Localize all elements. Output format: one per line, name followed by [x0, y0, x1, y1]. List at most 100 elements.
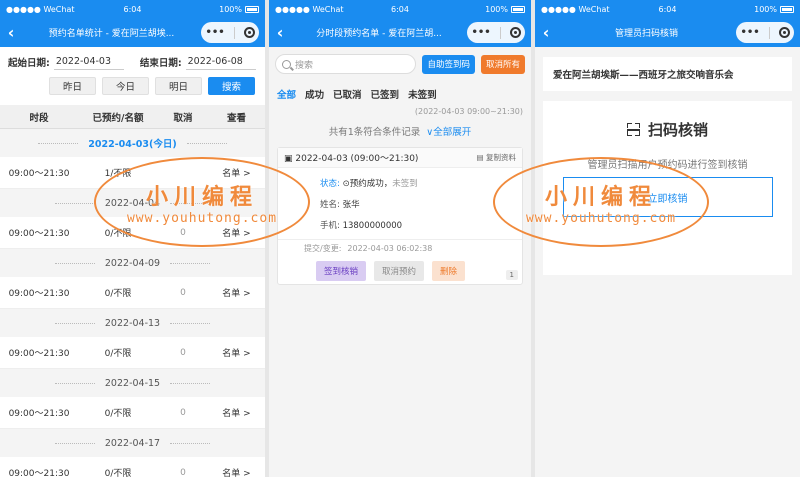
page-title: 预约名单统计 - 爱在阿兰胡埃...: [48, 29, 175, 39]
status-tabs: 全部 成功 已取消 已签到 未签到: [269, 81, 531, 107]
row-booked: 0/不限: [104, 349, 132, 359]
yesterday-button[interactable]: 昨日: [49, 77, 96, 95]
search-button[interactable]: 搜索: [208, 77, 255, 95]
row-booked: 1/不限: [104, 169, 132, 179]
nav-bar: ‹ 预约名单统计 - 爱在阿兰胡埃... •••: [0, 18, 265, 47]
tomorrow-button[interactable]: 明日: [155, 77, 202, 95]
table-row: 09:00～21:30 0/不限 0 名单 >: [0, 457, 265, 477]
copy-info-button[interactable]: ▤ 复制资料: [477, 152, 516, 163]
view-list-link[interactable]: 名单 >: [208, 346, 265, 359]
tab-cancelled[interactable]: 已取消: [333, 87, 362, 101]
verify-now-button[interactable]: 立即核销: [562, 177, 773, 217]
submit-time: 提交/变更: 2022-04-03 06:02:38: [278, 239, 522, 257]
row-time: 09:00～21:30: [8, 169, 70, 179]
row-booked: 0/不限: [104, 409, 132, 419]
date-group-header: 2022-04-04: [0, 189, 265, 217]
end-date-input[interactable]: 2022-06-08: [185, 54, 256, 70]
card-header: ▣ 2022-04-03 (09:00～21:30) ▤ 复制资料: [278, 148, 522, 168]
back-icon[interactable]: ‹: [269, 23, 291, 42]
battery-percent: 100%: [219, 4, 242, 14]
row-cancel: 0: [180, 467, 186, 477]
cancel-all-button[interactable]: 取消所有: [480, 54, 525, 74]
more-icon[interactable]: •••: [471, 27, 490, 38]
more-icon[interactable]: •••: [740, 27, 759, 38]
miniprogram-capsule[interactable]: •••: [201, 22, 259, 43]
status-bar: ●●●●● WeChat 6:04 100%: [0, 0, 265, 18]
table-row: 09:00～21:30 0/不限 0 名单 >: [0, 277, 265, 309]
table-row: 09:00～21:30 0/不限 0 名单 >: [0, 337, 265, 369]
stage: ●●●●● WeChat 6:04 100% ‹ 预约名单统计 - 爱在阿兰胡埃…: [0, 0, 800, 477]
slot-range: (2022-04-03 09:00~21:30): [414, 107, 523, 116]
table-row: 09:00～21:30 1/不限 名单 >: [0, 157, 265, 189]
scan-description: 管理员扫描用户预约码进行签到核销: [587, 160, 748, 171]
col-slot: 时段: [29, 112, 49, 124]
name-label: 姓名:: [320, 200, 340, 210]
scan-card: 扫码核销 管理员扫描用户预约码进行签到核销 立即核销: [543, 101, 792, 275]
row-time: 09:00～21:30: [8, 409, 70, 419]
battery-indicator: 100%: [219, 5, 259, 14]
tab-all[interactable]: 全部: [277, 87, 296, 101]
col-cancel: 取消: [173, 112, 193, 124]
status-bar: ●●●●● WeChat 6:04 100%: [269, 0, 531, 18]
view-list-link[interactable]: 名单 >: [208, 466, 265, 477]
group-date: 2022-04-04: [104, 197, 161, 209]
view-list-link[interactable]: 名单 >: [208, 406, 265, 419]
tab-checked-in[interactable]: 已签到: [371, 87, 400, 101]
battery-percent: 100%: [754, 4, 777, 14]
row-time: 09:00～21:30: [8, 289, 70, 299]
copy-label: 复制资料: [486, 153, 516, 162]
back-icon[interactable]: ‹: [535, 23, 557, 42]
card-actions: 签到核销 取消预约 删除: [278, 261, 522, 281]
close-icon[interactable]: [243, 27, 255, 38]
close-icon[interactable]: [778, 27, 790, 38]
expand-all-link[interactable]: ∨全部展开: [426, 124, 471, 138]
phone-label: 手机:: [320, 221, 340, 231]
tab-success[interactable]: 成功: [305, 87, 324, 101]
quick-date-buttons: 昨日 今日 明日 搜索: [0, 77, 265, 99]
table-row: 09:00～21:30 0/不限 0 名单 >: [0, 397, 265, 429]
scan-icon: [626, 123, 640, 136]
phone-value: 13800000000: [342, 221, 403, 231]
booking-card: ▣ 2022-04-03 (09:00～21:30) ▤ 复制资料 状态: ⊙预…: [277, 147, 523, 285]
view-list-link[interactable]: 名单 >: [208, 166, 265, 179]
screen-slot-list: ●●●●● WeChat 6:04 100% ‹ 分时段预约名单 - 爱在阿兰胡…: [269, 0, 531, 477]
battery-indicator: 100%: [754, 5, 794, 14]
miniprogram-capsule[interactable]: •••: [467, 22, 525, 43]
tab-not-checked-in[interactable]: 未签到: [408, 87, 437, 101]
status-bar: ●●●●● WeChat 6:04 100%: [535, 0, 800, 18]
today-button[interactable]: 今日: [102, 77, 149, 95]
more-icon[interactable]: •••: [205, 27, 224, 38]
row-cancel: 0: [180, 407, 186, 418]
record-count: 共有1条符合条件记录: [328, 127, 421, 138]
table-row: 09:00～21:30 0/不限 0 名单 >: [0, 217, 265, 249]
row-cancel: 0: [180, 227, 186, 238]
carrier: ●●●●● WeChat: [6, 4, 75, 14]
card-slot: ▣ 2022-04-03 (09:00～21:30): [284, 154, 419, 164]
page-title: 管理员扫码核销: [614, 29, 678, 39]
self-checkin-button[interactable]: 自助签到码: [422, 54, 475, 74]
row-cancel: 0: [180, 347, 186, 358]
miniprogram-capsule[interactable]: •••: [736, 22, 794, 43]
scan-title-text: 扫码核销: [647, 121, 708, 139]
view-list-link[interactable]: 名单 >: [208, 286, 265, 299]
page-number: 1: [505, 270, 518, 280]
scan-heading: 扫码核销: [626, 119, 708, 140]
view-list-link[interactable]: 名单 >: [208, 226, 265, 239]
search-input[interactable]: 搜索: [275, 54, 417, 74]
start-date-input[interactable]: 2022-04-03: [53, 54, 124, 70]
checkin-button[interactable]: 签到核销: [316, 261, 367, 281]
card-body: 状态: ⊙预约成功，未签到 姓名: 张华 手机: 13800000000: [278, 168, 522, 237]
table-body: 2022-04-03(今日) 09:00～21:30 1/不限 名单 > 2022-…: [0, 129, 265, 477]
cancel-booking-button[interactable]: 取消预约: [374, 261, 425, 281]
delete-button[interactable]: 删除: [432, 261, 466, 281]
date-filter: 起始日期: 2022-04-03 结束日期: 2022-06-08: [0, 47, 265, 77]
battery-icon: [780, 5, 794, 13]
status-label: 状态:: [320, 179, 340, 189]
carrier: ●●●●● WeChat: [275, 4, 344, 14]
back-icon[interactable]: ‹: [0, 23, 22, 42]
close-icon[interactable]: [509, 27, 521, 38]
name-value: 张华: [342, 200, 360, 210]
status-extra: 未签到: [392, 179, 418, 189]
col-view: 查看: [226, 112, 246, 124]
date-group-header: 2022-04-17: [0, 429, 265, 457]
